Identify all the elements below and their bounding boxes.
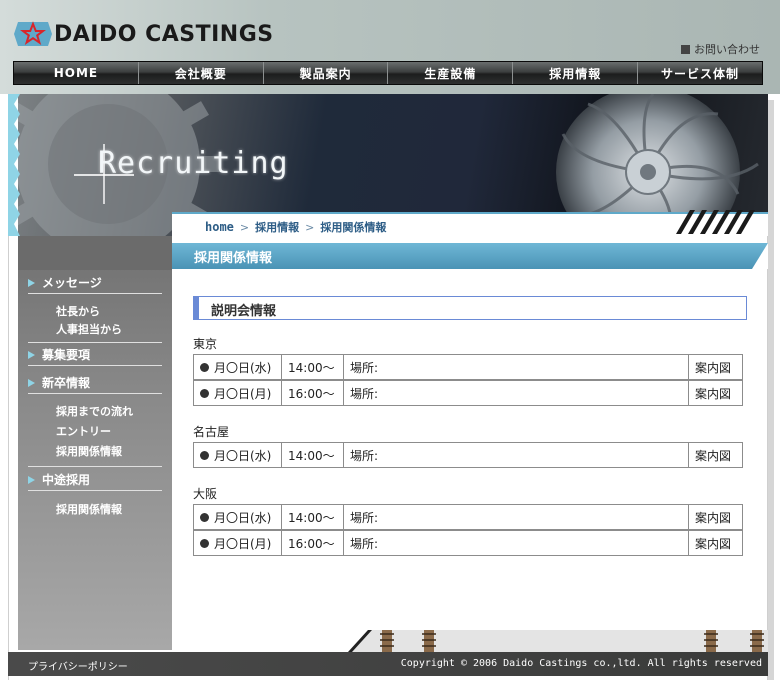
nav-home[interactable]: HOME: [14, 62, 139, 84]
site-header: DAIDO CASTINGS お問い合わせ HOME 会社概要 製品案内 生産設…: [0, 0, 780, 94]
breadcrumb-recruit[interactable]: 採用情報: [255, 219, 299, 235]
session-date: 月〇日(水): [214, 448, 272, 463]
logo[interactable]: DAIDO CASTINGS: [14, 18, 274, 50]
map-link[interactable]: 案内図: [689, 505, 742, 529]
session-place: 場所:: [344, 355, 689, 379]
site-footer: プライバシーポリシー Copyright © 2006 Daido Castin…: [8, 652, 768, 676]
sidebar-section-label: 中途採用: [42, 473, 91, 487]
star-logo-icon: [14, 21, 52, 46]
bullet-icon: [200, 512, 209, 522]
breadcrumb-home[interactable]: home: [205, 220, 234, 234]
sidebar-section-message[interactable]: メッセージ: [28, 272, 162, 294]
session-place: 場所:: [344, 531, 689, 555]
table-row: 月〇日(月) 16:00〜 場所: 案内図: [193, 530, 743, 556]
sidebar-item-midcareer-info[interactable]: 採用関係情報: [56, 501, 122, 517]
nav-company[interactable]: 会社概要: [138, 62, 264, 84]
hero-title: Recruiting: [98, 146, 289, 181]
bullet-icon: [200, 388, 209, 398]
sidebar-section-label: 募集要項: [42, 348, 91, 362]
nav-service[interactable]: サービス体制: [638, 62, 762, 84]
session-date: 月〇日(水): [214, 360, 272, 375]
session-date: 月〇日(水): [214, 510, 272, 525]
section-heading: 説明会情報: [193, 296, 747, 320]
map-link[interactable]: 案内図: [689, 531, 742, 555]
breadcrumb-separator: >: [305, 220, 315, 234]
table-row: 月〇日(月) 16:00〜 場所: 案内図: [193, 380, 743, 406]
sidebar-top-band: [18, 236, 172, 270]
session-time: 14:00〜: [282, 443, 344, 467]
section-heading-text: 説明会情報: [211, 304, 277, 319]
sidebar-divider: [28, 466, 162, 467]
sidebar-divider: [28, 342, 162, 343]
breadcrumb: home > 採用情報 > 採用関係情報: [205, 219, 386, 235]
square-bullet-icon: [681, 44, 690, 54]
session-date: 月〇日(月): [214, 386, 272, 401]
page-title-bar: 採用関係情報: [172, 243, 768, 269]
triangle-right-icon: [28, 378, 35, 387]
sidebar-section-label: メッセージ: [42, 276, 102, 290]
bullet-icon: [200, 362, 209, 372]
table-row: 月〇日(水) 14:00〜 場所: 案内図: [193, 442, 743, 468]
session-place: 場所:: [344, 381, 689, 405]
bullet-icon: [200, 450, 209, 460]
brand-name: DAIDO CASTINGS: [54, 21, 274, 47]
session-time: 14:00〜: [282, 355, 344, 379]
map-link[interactable]: 案内図: [689, 355, 742, 379]
session-place: 場所:: [344, 505, 689, 529]
session-time: 16:00〜: [282, 531, 344, 555]
sidebar-section-label: 新卒情報: [42, 376, 91, 390]
privacy-policy-link[interactable]: プライバシーポリシー: [28, 658, 128, 673]
sidebar-item-president[interactable]: 社長から: [56, 303, 100, 319]
copyright: Copyright © 2006 Daido Castings co.,ltd.…: [400, 658, 762, 669]
table-row: 月〇日(水) 14:00〜 場所: 案内図: [193, 504, 743, 530]
sidebar-section-requirements[interactable]: 募集要項: [28, 344, 162, 366]
sidebar: メッセージ 社長から 人事担当から 募集要項 新卒情報 採用までの流れ エントリ…: [18, 236, 172, 650]
table-row: 月〇日(水) 14:00〜 場所: 案内図: [193, 354, 743, 380]
footer-spring-graphic-icon: [348, 630, 768, 652]
triangle-right-icon: [28, 350, 35, 359]
session-place: 場所:: [344, 443, 689, 467]
breadcrumb-separator: >: [239, 220, 250, 234]
sidebar-section-midcareer[interactable]: 中途採用: [28, 469, 162, 491]
triangle-right-icon: [28, 278, 35, 287]
region-label-osaka: 大阪: [193, 487, 218, 501]
session-time: 14:00〜: [282, 505, 344, 529]
zigzag-edge-icon: [8, 94, 20, 236]
triangle-right-icon: [28, 475, 35, 484]
contact-link[interactable]: お問い合わせ: [681, 41, 760, 57]
sidebar-item-flow[interactable]: 採用までの流れ: [56, 403, 133, 419]
global-nav: HOME 会社概要 製品案内 生産設備 採用情報 サービス体制: [13, 61, 763, 85]
corner-cut-icon: [752, 243, 768, 269]
frame-shadow: [768, 100, 774, 680]
nav-recruit[interactable]: 採用情報: [513, 62, 639, 84]
sidebar-item-entry[interactable]: エントリー: [56, 423, 111, 439]
sidebar-item-recruit-info[interactable]: 採用関係情報: [56, 443, 122, 459]
contact-label: お問い合わせ: [694, 43, 760, 56]
nav-products[interactable]: 製品案内: [263, 62, 389, 84]
nav-facilities[interactable]: 生産設備: [388, 62, 514, 84]
map-link[interactable]: 案内図: [689, 381, 742, 405]
sidebar-item-hr[interactable]: 人事担当から: [56, 321, 122, 337]
map-link[interactable]: 案内図: [689, 443, 742, 467]
sidebar-section-newgrad[interactable]: 新卒情報: [28, 372, 162, 394]
session-time: 16:00〜: [282, 381, 344, 405]
bullet-icon: [200, 538, 209, 548]
breadcrumb-current: 採用関係情報: [320, 221, 387, 234]
page-title: 採用関係情報: [194, 251, 273, 266]
session-date: 月〇日(月): [214, 536, 272, 551]
region-label-nagoya: 名古屋: [193, 425, 230, 439]
diagonal-stripes-icon: [676, 210, 755, 234]
region-label-tokyo: 東京: [193, 337, 218, 351]
